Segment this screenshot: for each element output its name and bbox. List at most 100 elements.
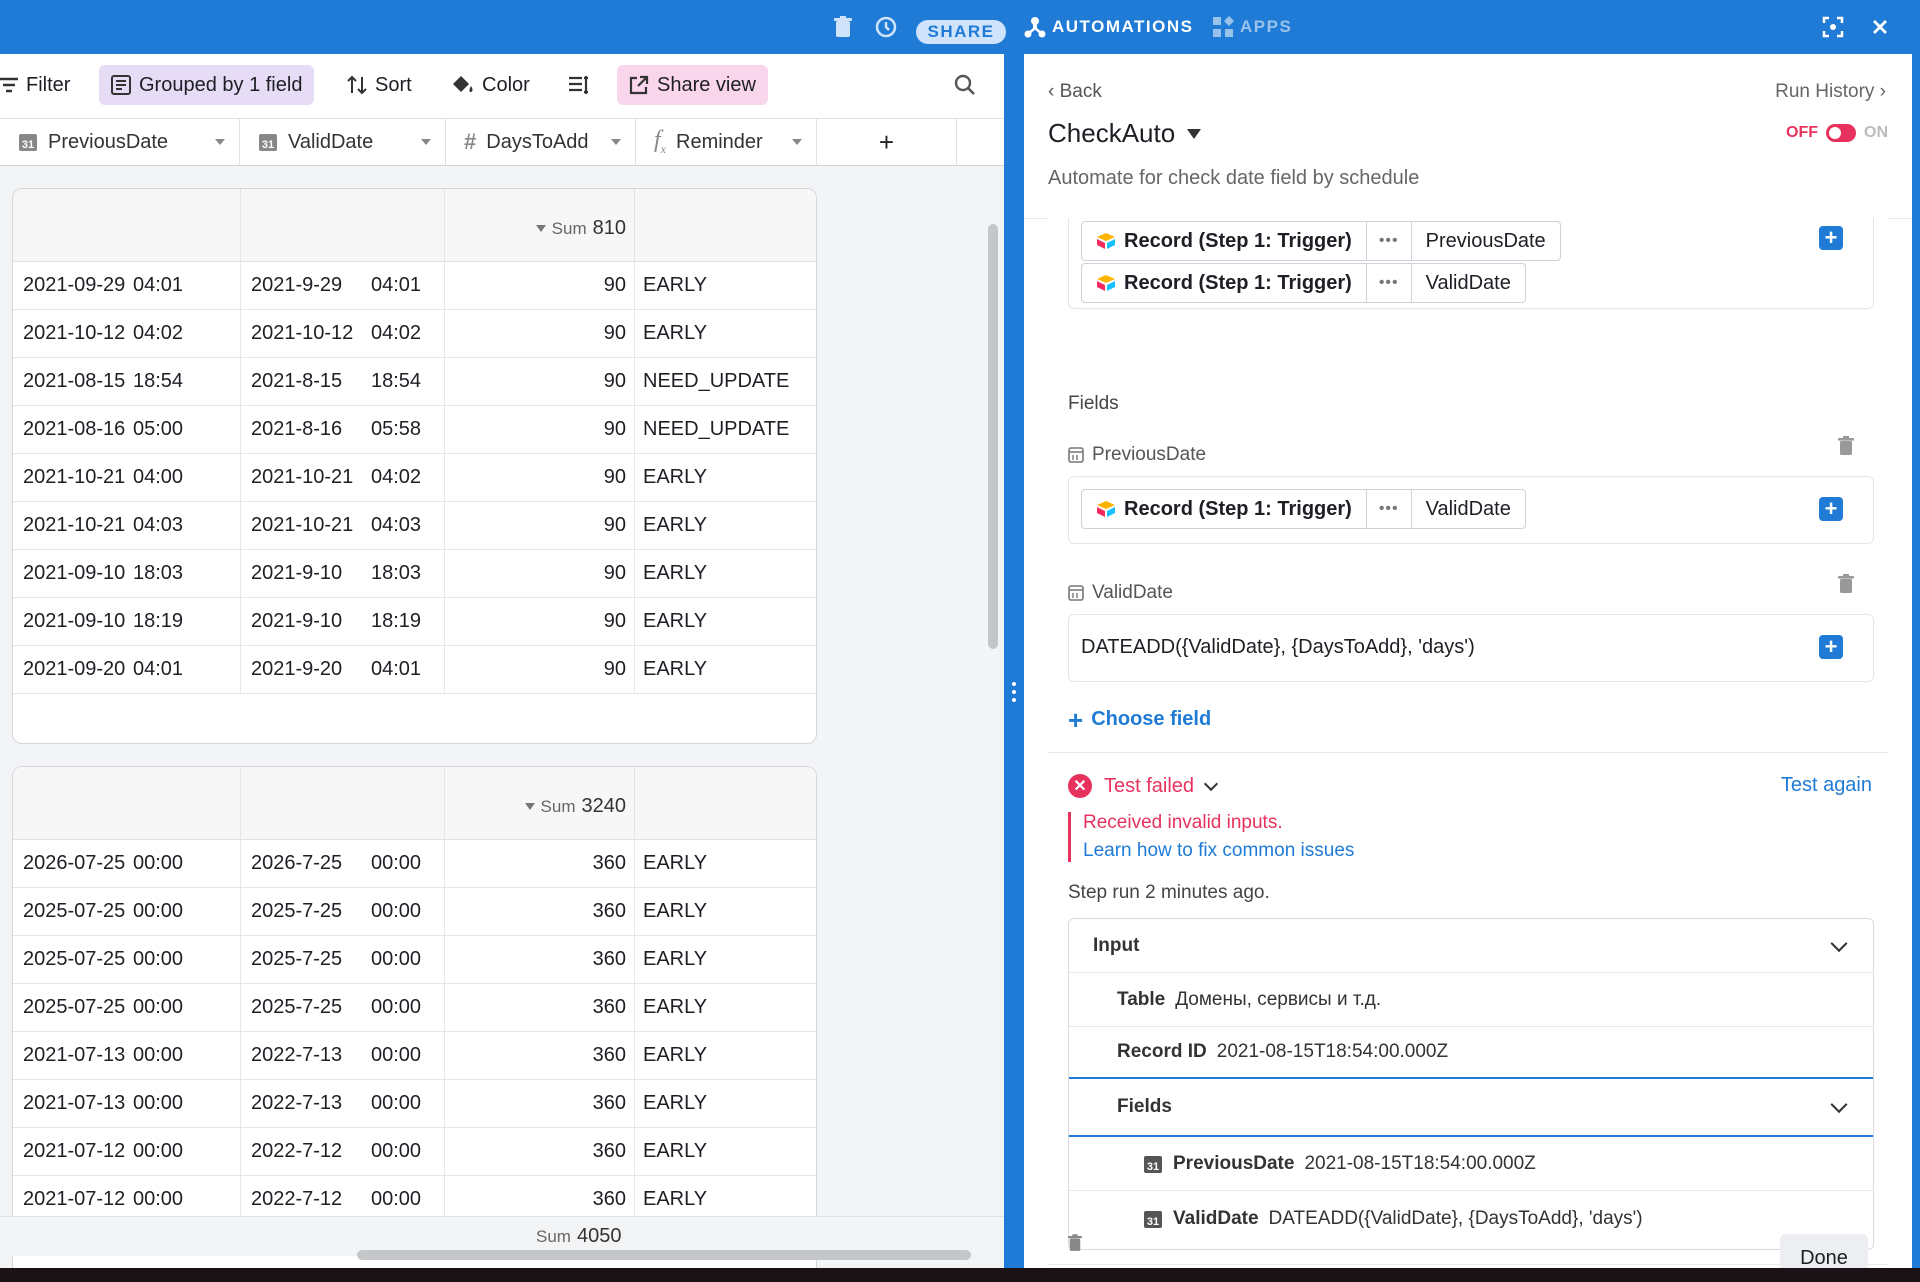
table-row[interactable]: 2021-07-13 00:00 2022-7-13 00:00 360 EARLY [13, 1079, 816, 1128]
validdate-cell[interactable]: 2021-9-10 18:19 [241, 597, 445, 645]
validdate-cell[interactable]: 2021-9-29 04:01 [241, 261, 445, 309]
previousdate-cell[interactable]: 2021-10-21 04:03 [13, 501, 241, 549]
back-button[interactable]: ‹ Back [1048, 81, 1102, 103]
table-row[interactable]: 2021-07-13 00:00 2022-7-13 00:00 360 EARLY [13, 1031, 816, 1080]
validdate-cell[interactable]: 2025-7-25 00:00 [241, 887, 445, 935]
daystoadd-cell[interactable]: 90 [445, 405, 635, 453]
field-token[interactable]: ValidDate [1410, 263, 1526, 303]
validdate-cell[interactable]: 2025-7-25 00:00 [241, 935, 445, 983]
reminder-cell[interactable]: EARLY [635, 261, 816, 309]
reminder-cell[interactable]: EARLY [635, 983, 816, 1031]
share-button[interactable]: SHARE [916, 20, 1006, 44]
daystoadd-cell[interactable]: 90 [445, 357, 635, 405]
daystoadd-cell[interactable]: 90 [445, 597, 635, 645]
validdate-cell[interactable]: 2021-9-10 18:03 [241, 549, 445, 597]
validdate-cell[interactable]: 2021-10-21 04:03 [241, 501, 445, 549]
previousdate-cell[interactable]: 2025-07-25 00:00 [13, 887, 241, 935]
table-row[interactable]: 2026-07-25 00:00 2026-7-25 00:00 360 EARLY [13, 839, 816, 888]
table-row[interactable]: 2021-09-20 04:01 2021-9-20 04:01 90 EARLY [13, 645, 816, 694]
token-pill[interactable]: Record (Step 1: Trigger) ••• ValidDate [1081, 263, 1526, 303]
record-token[interactable]: Record (Step 1: Trigger) [1081, 489, 1367, 529]
trash-icon[interactable] [1838, 436, 1854, 461]
previousdate-cell[interactable]: 2021-10-12 04:02 [13, 309, 241, 357]
apps-button[interactable]: APPS [1212, 0, 1292, 54]
row-height-button[interactable] [568, 65, 590, 105]
previousdate-cell[interactable]: 2021-08-16 05:00 [13, 405, 241, 453]
table-row[interactable]: 2021-10-21 04:03 2021-10-21 04:03 90 EARLY [13, 501, 816, 550]
table-row[interactable]: 2021-07-12 00:00 2022-7-12 00:00 360 EARLY [13, 1127, 816, 1176]
filter-button[interactable]: Filter [0, 65, 70, 105]
previousdate-cell[interactable]: 2025-07-25 00:00 [13, 983, 241, 1031]
trash-icon[interactable] [1068, 1234, 1082, 1257]
chevron-down-icon[interactable] [215, 139, 225, 145]
done-button[interactable]: Done [1780, 1234, 1868, 1268]
automation-toggle[interactable]: OFF ON [1786, 124, 1888, 142]
field-token[interactable]: PreviousDate [1410, 221, 1561, 261]
color-button[interactable]: Color [452, 65, 530, 105]
chevron-down-icon[interactable] [792, 139, 802, 145]
previousdate-cell[interactable]: 2021-07-12 00:00 [13, 1127, 241, 1175]
daystoadd-cell[interactable]: 90 [445, 309, 635, 357]
reminder-cell[interactable]: EARLY [635, 1127, 816, 1175]
choose-field-button[interactable]: + Choose field [1068, 707, 1211, 733]
validdate-cell[interactable]: 2026-7-25 00:00 [241, 839, 445, 887]
table-row[interactable]: 2021-09-29 04:01 2021-9-29 04:01 90 EARLY [13, 261, 816, 310]
validdate-cell[interactable]: 2022-7-13 00:00 [241, 1079, 445, 1127]
automation-description[interactable]: Automate for check date field by schedul… [1048, 167, 1419, 190]
validdate-cell[interactable]: 2022-7-13 00:00 [241, 1031, 445, 1079]
more-icon[interactable]: ••• [1366, 221, 1411, 261]
test-again-button[interactable]: Test again [1781, 774, 1872, 797]
daystoadd-cell[interactable]: 90 [445, 261, 635, 309]
reminder-cell[interactable]: EARLY [635, 501, 816, 549]
reminder-cell[interactable]: EARLY [635, 549, 816, 597]
history-icon[interactable] [874, 0, 898, 54]
search-icon[interactable] [954, 65, 976, 105]
more-icon[interactable]: ••• [1366, 489, 1411, 529]
daystoadd-cell[interactable]: 90 [445, 501, 635, 549]
daystoadd-cell[interactable]: 360 [445, 887, 635, 935]
add-column-button[interactable]: + [817, 119, 957, 165]
previousdate-cell[interactable]: 2021-09-29 04:01 [13, 261, 241, 309]
close-icon[interactable] [1872, 0, 1888, 54]
group-sum[interactable]: Sum 810 [535, 217, 626, 240]
previousdate-cell[interactable]: 2021-07-13 00:00 [13, 1079, 241, 1127]
trash-icon[interactable] [1838, 574, 1854, 599]
previousdate-cell[interactable]: 2021-10-21 04:00 [13, 453, 241, 501]
column-header-reminder[interactable]: fx Reminder [636, 119, 817, 165]
formula-input[interactable]: DATEADD({ValidDate}, {DaysToAdd}, 'days'… [1081, 615, 1475, 679]
previousdate-cell[interactable]: 2021-09-10 18:19 [13, 597, 241, 645]
daystoadd-cell[interactable]: 90 [445, 645, 635, 693]
table-row[interactable]: 2021-09-10 18:03 2021-9-10 18:03 90 EARLY [13, 549, 816, 598]
toggle-switch[interactable] [1826, 124, 1856, 142]
column-header-validdate[interactable]: 31 ValidDate [240, 119, 446, 165]
previousdate-cell[interactable]: 2021-09-20 04:01 [13, 645, 241, 693]
reminder-cell[interactable]: EARLY [635, 887, 816, 935]
daystoadd-cell[interactable]: 360 [445, 1127, 635, 1175]
table-row[interactable]: 2025-07-25 00:00 2025-7-25 00:00 360 EARLY [13, 887, 816, 936]
previousdate-cell[interactable]: 2021-08-15 18:54 [13, 357, 241, 405]
add-token-button[interactable]: + [1819, 226, 1843, 250]
input-section-header[interactable]: Input [1069, 919, 1873, 973]
validdate-cell[interactable]: 2021-8-16 05:58 [241, 405, 445, 453]
help-link[interactable]: Learn how to fix common issues [1083, 840, 1354, 862]
validdate-cell[interactable]: 2021-10-12 04:02 [241, 309, 445, 357]
trash-icon[interactable] [834, 0, 852, 54]
daystoadd-cell[interactable]: 90 [445, 549, 635, 597]
table-row[interactable]: 2021-10-21 04:00 2021-10-21 04:02 90 EARLY [13, 453, 816, 502]
more-icon[interactable]: ••• [1366, 263, 1411, 303]
reminder-cell[interactable]: NEED_UPDATE [635, 357, 816, 405]
column-header-previousdate[interactable]: 31 PreviousDate [0, 119, 240, 165]
daystoadd-cell[interactable]: 90 [445, 453, 635, 501]
previousdate-cell[interactable]: 2026-07-25 00:00 [13, 839, 241, 887]
daystoadd-cell[interactable]: 360 [445, 935, 635, 983]
run-history-link[interactable]: Run History › [1775, 81, 1886, 103]
chevron-down-icon[interactable] [611, 139, 621, 145]
group-button[interactable]: Grouped by 1 field [99, 65, 315, 105]
input-fields-header[interactable]: Fields [1069, 1079, 1873, 1137]
reminder-cell[interactable]: NEED_UPDATE [635, 405, 816, 453]
chevron-down-icon[interactable] [421, 139, 431, 145]
validdate-cell[interactable]: 2021-8-15 18:54 [241, 357, 445, 405]
field-token[interactable]: ValidDate [1410, 489, 1526, 529]
record-token[interactable]: Record (Step 1: Trigger) [1081, 263, 1367, 303]
token-pill[interactable]: Record (Step 1: Trigger) ••• ValidDate [1081, 489, 1526, 529]
